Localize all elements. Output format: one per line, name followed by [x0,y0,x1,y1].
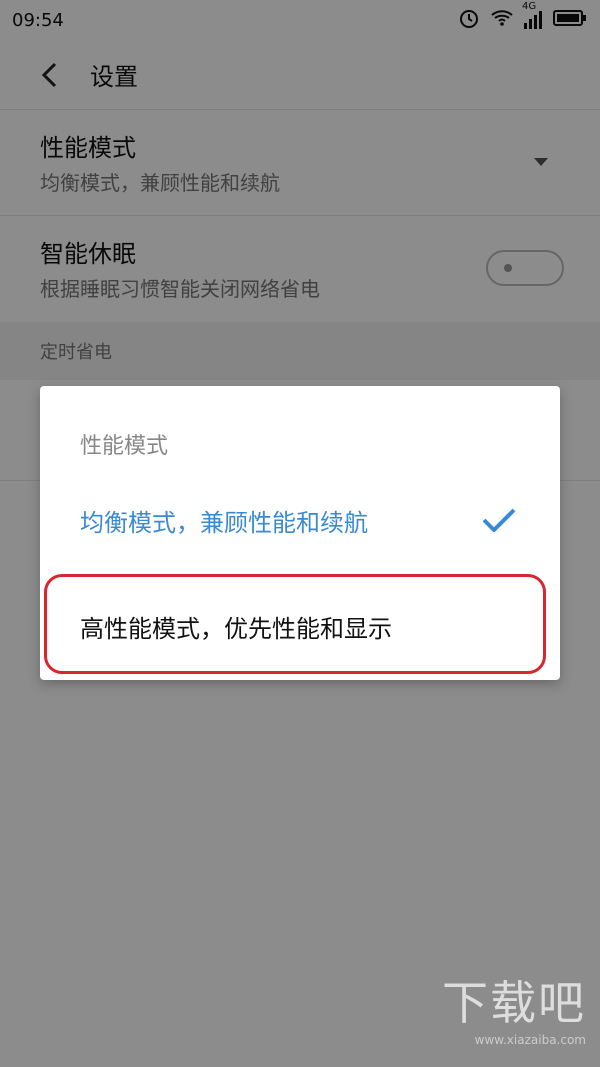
watermark-url: www.xiazaiba.com [474,1033,586,1047]
highlight-annotation [44,574,546,674]
check-icon [482,508,516,532]
watermark-text: 下载吧 [442,976,586,1030]
dialog-title: 性能模式 [80,434,169,459]
option-balanced-label: 均衡模式，兼顾性能和续航 [80,508,368,537]
watermark: 下载吧 www.xiazaiba.com [442,967,586,1047]
option-balanced[interactable]: 均衡模式，兼顾性能和续航 [40,490,560,550]
